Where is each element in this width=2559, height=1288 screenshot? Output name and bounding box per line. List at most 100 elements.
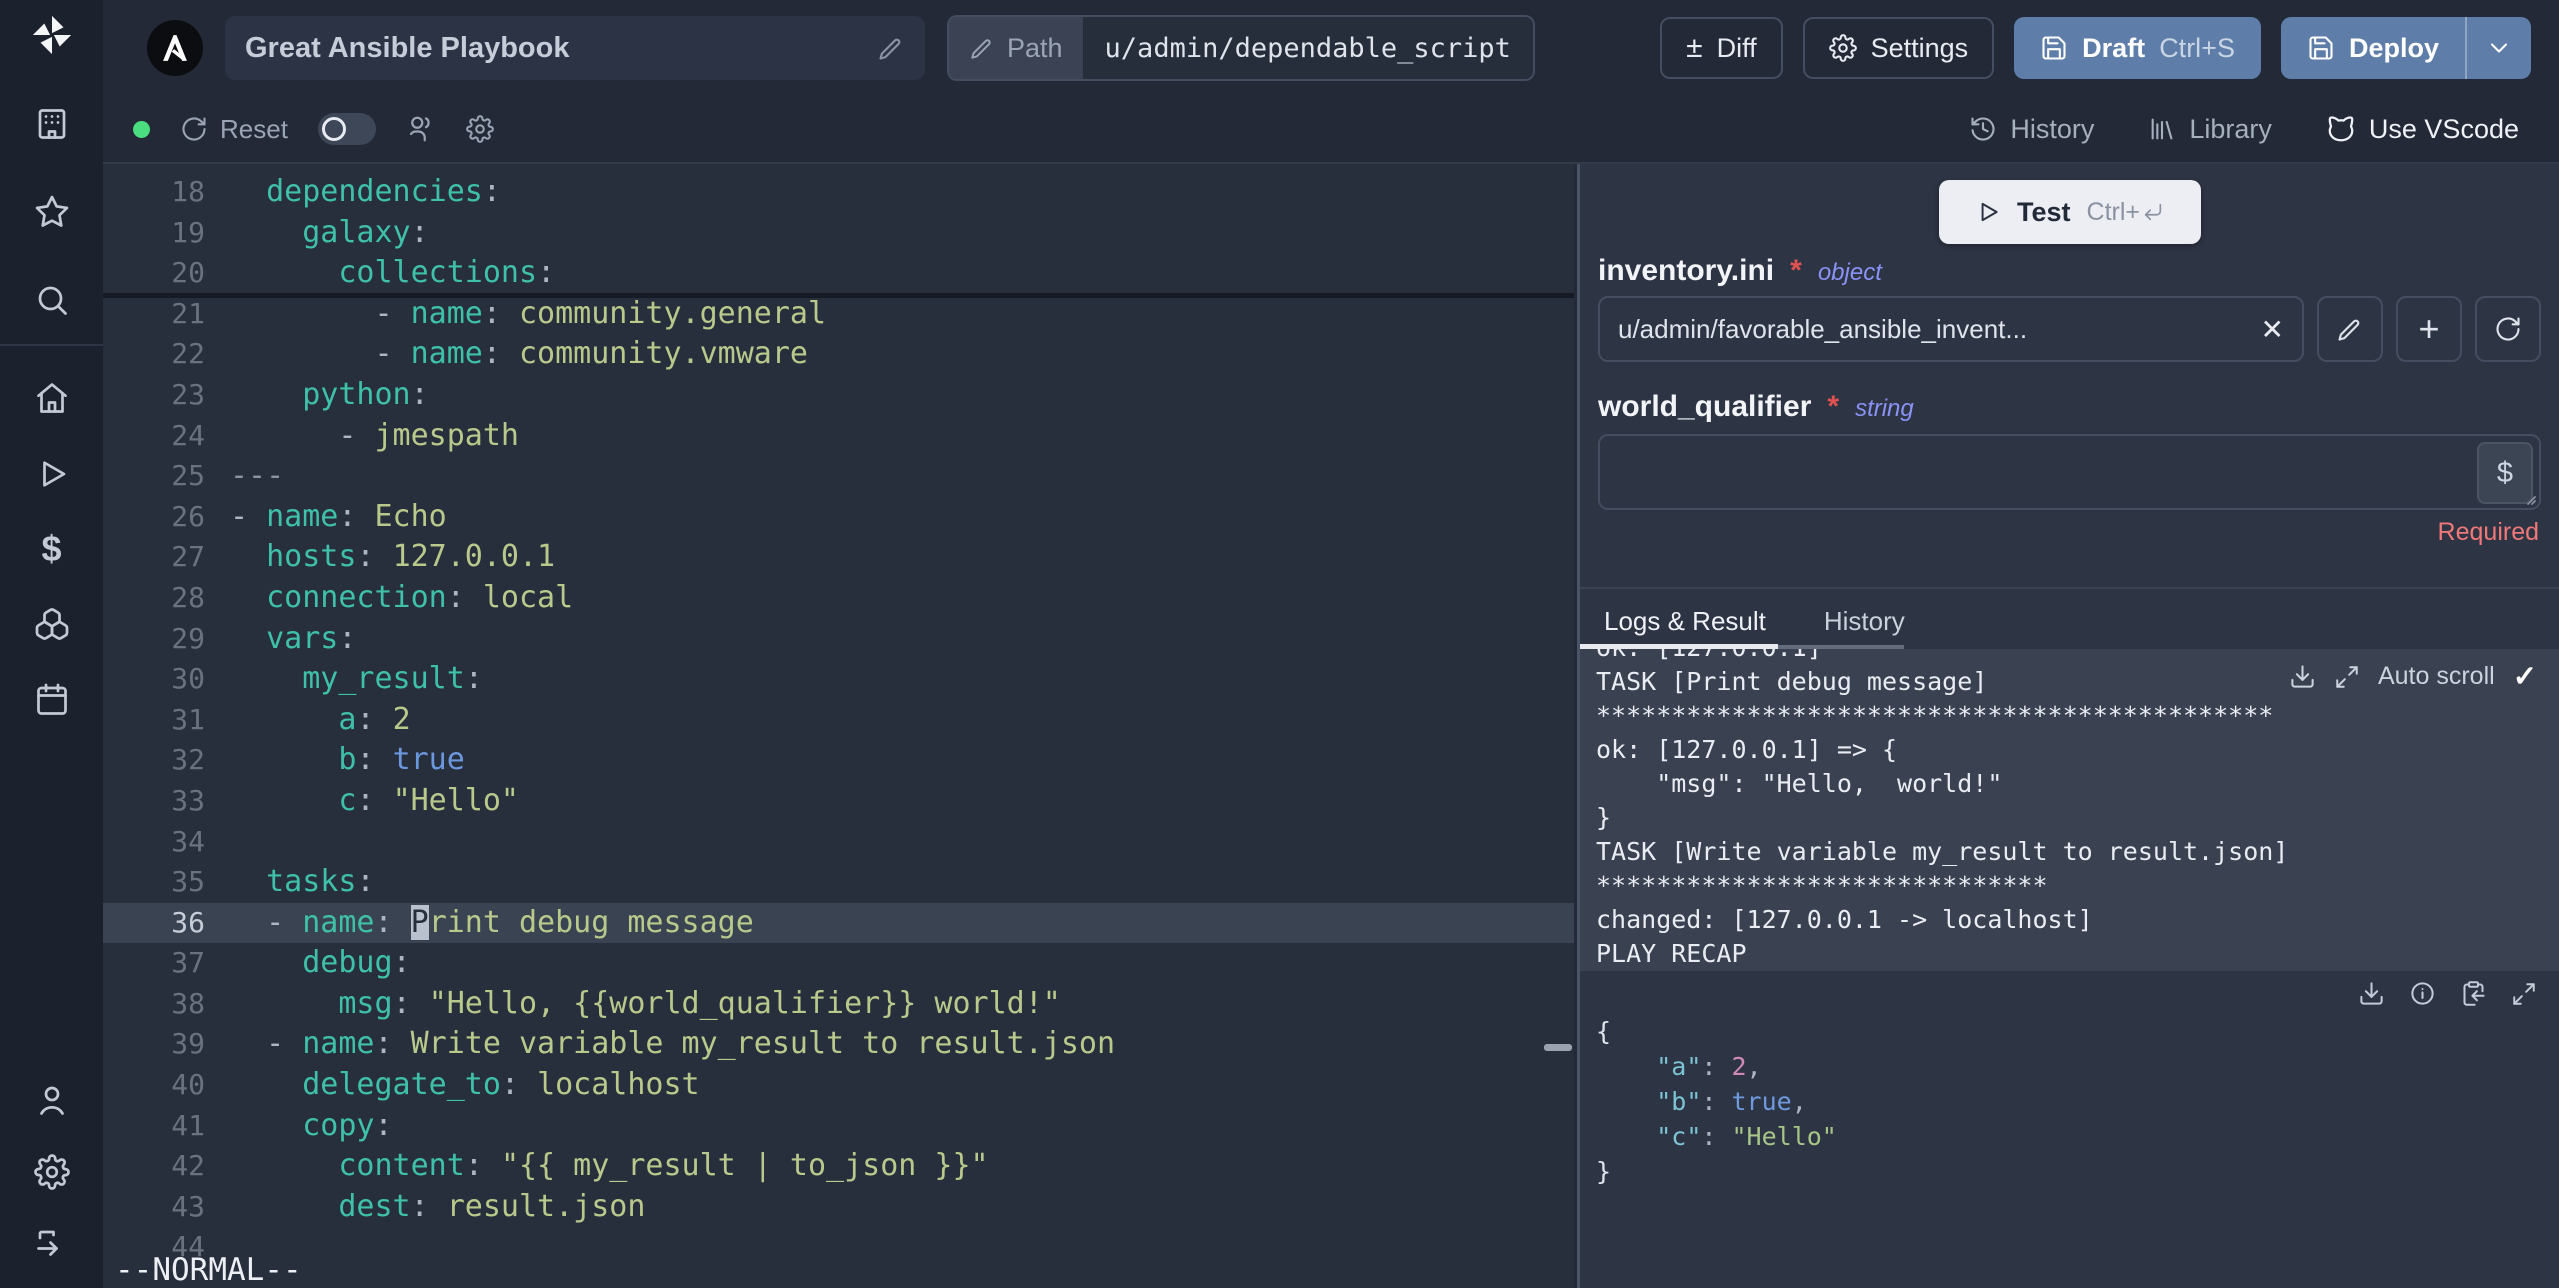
editor-line-37[interactable]: 37 debug: [103,943,1574,984]
editor-line-29[interactable]: 29 vars: [103,619,1574,660]
sidebar-item-runs[interactable] [34,456,70,492]
tab-history[interactable]: History [1824,606,1905,637]
result-line: } [1596,1157,1612,1186]
editor-line-32[interactable]: 32 b: true [103,740,1574,781]
line-number: 18 [171,175,205,208]
log-line: changed: [127.0.0.1 -> localhost] [1596,905,2093,934]
editor-line-26[interactable]: 26- name: Echo [103,497,1574,538]
sidebar-item-favorites[interactable] [34,194,70,230]
path-widget[interactable]: Path u/admin/dependable_script [947,15,1535,81]
editor-line-33[interactable]: 33 c: "Hello" [103,781,1574,822]
result-info-icon[interactable] [2409,980,2436,1007]
editor-line-44[interactable]: 44 [103,1227,1574,1268]
history-clock-icon [1969,115,1997,143]
draft-shortcut: Ctrl+S [2159,32,2235,63]
world-qualifier-arg-label: world_qualifier * string [1598,390,1914,424]
reset-label: Reset [220,113,288,144]
path-pencil-icon [969,35,995,61]
draft-button[interactable]: Draft Ctrl+S [2014,17,2261,79]
line-number: 35 [171,865,205,899]
editor-line-40[interactable]: 40 delegate_to: localhost [103,1065,1574,1106]
saved-status-dot [133,120,150,138]
expand-result-icon[interactable] [2511,981,2537,1007]
editor-line-42[interactable]: 42 content: "{{ my_result | to_json }}" [103,1146,1574,1187]
sidebar-item-account[interactable] [34,1082,70,1118]
editor-line-36[interactable]: 36 - name: Print debug message [103,902,1574,944]
clear-icon[interactable]: ✕ [2261,313,2284,346]
windmill-logo-icon[interactable] [29,12,75,58]
sidebar-item-home[interactable] [34,380,70,416]
deploy-split-button: Deploy [2280,17,2531,79]
log-controls: Auto scroll ✓ [2289,659,2537,694]
editor-settings-gear-icon[interactable] [466,115,494,143]
diff-button[interactable]: ± Diff [1660,17,1783,79]
tab-logs-result[interactable]: Logs & Result [1604,606,1766,637]
sidebar-item-resources[interactable] [34,606,70,642]
dollar-icon: $ [2496,456,2514,489]
editor-line-23[interactable]: 23 python: [103,375,1574,416]
editor-line-22[interactable]: 22 - name: community.vmware [103,334,1574,375]
sidebar-item-settings[interactable] [34,1154,70,1190]
editor-line-19[interactable]: 19 galaxy: [103,213,1574,254]
line-number: 33 [171,783,205,817]
editor-line-34[interactable]: 34 [103,822,1574,863]
settings-gear-icon [1829,34,1857,62]
deploy-button[interactable]: Deploy [2281,17,2465,79]
download-result-icon[interactable] [2358,980,2385,1007]
test-button[interactable]: Test Ctrl+ [1938,180,2201,244]
history-button[interactable]: History [1969,114,2094,145]
reset-button[interactable]: Reset [180,114,288,145]
result-json[interactable]: { "a": 2, "b": true, "c": "Hello"} [1596,1014,1837,1189]
auto-scroll-label[interactable]: Auto scroll [2378,662,2495,691]
editor-line-24[interactable]: 24 - jmespath [103,416,1574,457]
required-asterisk: * [1790,254,1802,287]
sidebar-item-logout[interactable] [34,1226,70,1262]
editor-line-35[interactable]: 35 tasks: [103,862,1574,903]
settings-button[interactable]: Settings [1802,17,1995,79]
sidebar-item-workspace[interactable] [34,106,70,142]
resize-handle-icon[interactable] [2522,491,2536,505]
edit-title-pencil-icon[interactable] [877,34,905,62]
vim-block-cursor: P [410,904,429,940]
editor-line-28[interactable]: 28 connection: local [103,578,1574,619]
editor-line-41[interactable]: 41 copy: [103,1106,1574,1147]
check-icon[interactable]: ✓ [2513,659,2537,694]
editor-line-20[interactable]: 20 collections: [103,253,1574,294]
editor-line-43[interactable]: 43 dest: result.json [103,1187,1574,1228]
editor-line-27[interactable]: 27 hosts: 127.0.0.1 [103,537,1574,578]
sidebar-item-schedules[interactable] [34,682,70,718]
deploy-dropdown-button[interactable] [2465,17,2531,79]
sidebar-item-search[interactable] [34,282,70,318]
world-qualifier-textarea[interactable]: $ [1598,434,2541,510]
sidebar-item-variables[interactable]: $ [41,531,61,567]
refresh-inventory-button[interactable] [2475,296,2541,362]
diff-mode-toggle[interactable] [317,113,376,145]
editor-line-39[interactable]: 39 - name: Write variable my_result to r… [103,1024,1574,1065]
toggle-knob [321,117,346,141]
line-number: 32 [171,743,205,777]
editor-line-18[interactable]: 18 dependencies: [103,172,1574,213]
use-vscode-button[interactable]: Use VScode [2326,114,2519,145]
expand-logs-icon[interactable] [2334,664,2360,690]
editor-line-30[interactable]: 30 my_result: [103,659,1574,700]
log-output[interactable]: ok: [127.0.0.1]TASK [Print debug message… [1580,649,2559,971]
sidebar: $ [0,0,103,1288]
script-title-input[interactable]: Great Ansible Playbook [225,16,925,80]
log-line: ****************************** [1596,871,2048,900]
download-logs-icon[interactable] [2289,663,2316,690]
copy-result-icon[interactable] [2460,980,2487,1007]
path-label: Path [1007,32,1063,63]
editor-line-31[interactable]: 31 a: 2 [103,700,1574,741]
editor-line-25[interactable]: 25 --- [103,456,1574,497]
add-inventory-button[interactable]: + [2396,296,2462,362]
editor-scrollbar-thumb[interactable] [1544,1044,1572,1051]
library-label: Library [2189,113,2272,144]
inventory-input[interactable]: u/admin/favorable_ansible_invent... ✕ [1598,296,2304,362]
line-number: 19 [171,215,205,249]
editor-line-21[interactable]: 21 - name: community.general [103,294,1574,335]
editor-line-38[interactable]: 38 msg: "Hello, {{world_qualifier}} worl… [103,984,1574,1025]
collaborators-icon[interactable] [406,114,436,144]
library-button[interactable]: Library [2148,114,2272,145]
code-editor[interactable]: 18 dependencies: 19 galaxy: 20 collections… [103,162,1574,1288]
edit-inventory-button[interactable] [2317,296,2383,362]
